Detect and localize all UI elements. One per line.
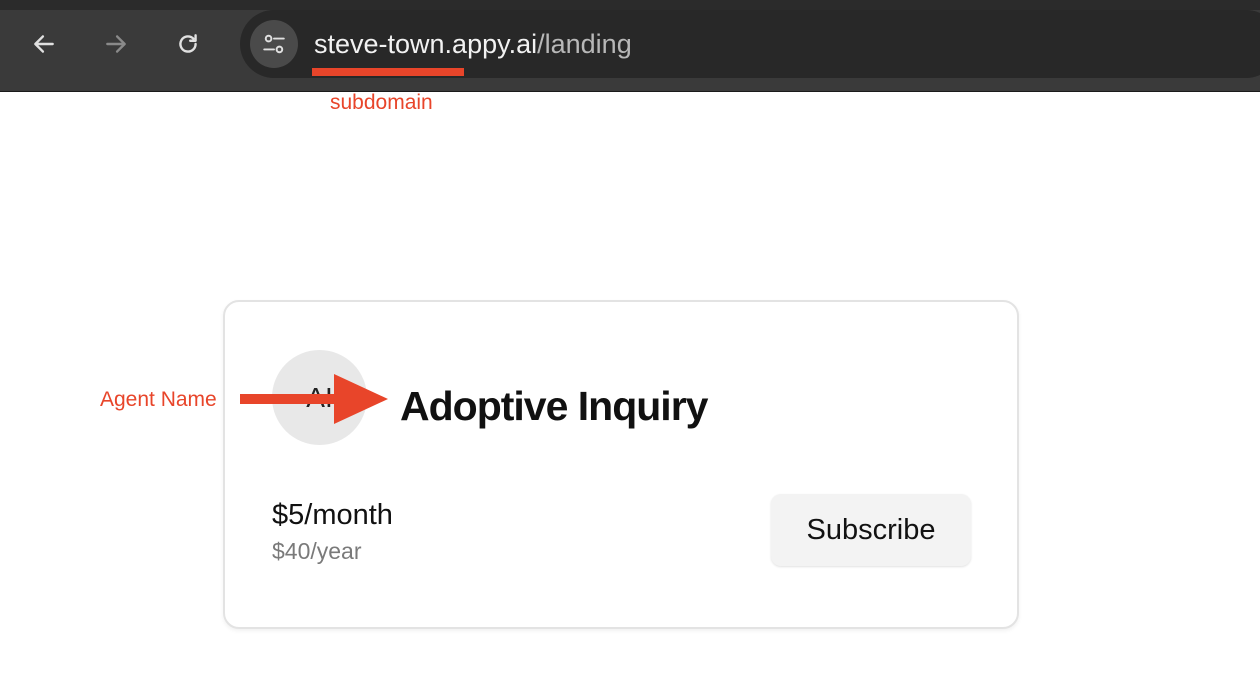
price-yearly: $40/year: [272, 538, 362, 564]
forward-button[interactable]: [96, 24, 136, 64]
subdomain-underline: [312, 68, 464, 76]
reload-button[interactable]: [168, 24, 208, 64]
url-path: /landing: [537, 29, 632, 59]
tune-icon: [263, 34, 285, 54]
subdomain-annotation: subdomain: [330, 91, 433, 114]
agent-name-annotation: Agent Name: [100, 388, 217, 411]
price-monthly: $5/month: [272, 499, 393, 531]
url-text[interactable]: steve-town.appy.ai/landing: [314, 27, 632, 61]
back-button[interactable]: [24, 24, 64, 64]
arrow-annotation-icon: [240, 374, 388, 424]
browser-toolbar: steve-town.appy.ai/landing: [0, 0, 1260, 92]
agent-card: [223, 300, 1019, 629]
subscribe-button[interactable]: Subscribe: [771, 494, 971, 566]
arrow-right-icon: [106, 35, 126, 53]
arrow-left-icon: [34, 35, 54, 53]
tab-strip: [0, 0, 1260, 10]
agent-name: Adoptive Inquiry: [400, 383, 708, 429]
reload-icon: [179, 34, 197, 53]
url-host: steve-town.appy.ai: [314, 29, 538, 59]
site-info-button[interactable]: [250, 20, 298, 68]
